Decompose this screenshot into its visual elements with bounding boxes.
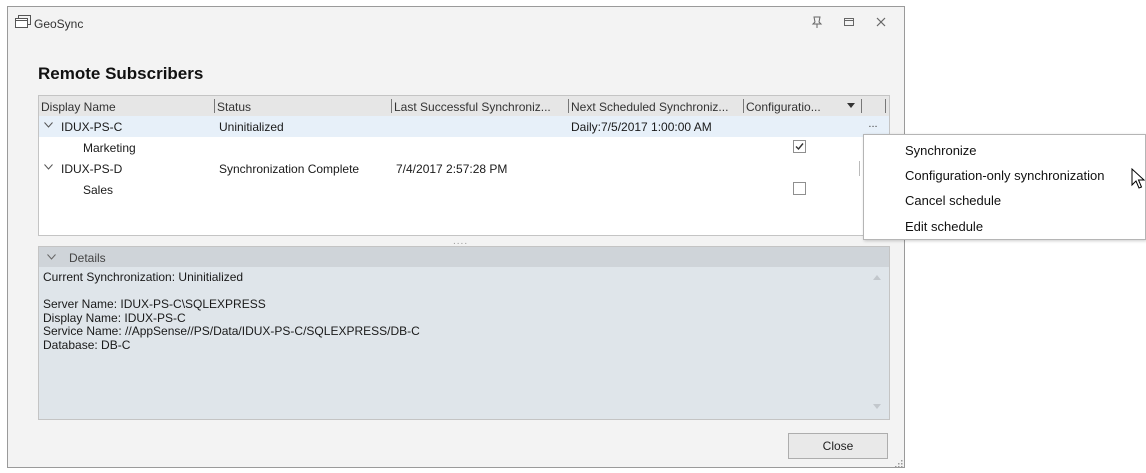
subscriber-child-name: Marketing xyxy=(83,141,136,155)
chevron-down-icon[interactable] xyxy=(44,122,53,128)
menu-item-configuration-only-synchronization[interactable]: Configuration-only synchronization xyxy=(864,162,1145,188)
chevron-down-icon[interactable] xyxy=(44,164,53,170)
configuration-checkbox[interactable] xyxy=(793,140,806,153)
column-separator[interactable] xyxy=(885,99,886,113)
column-separator[interactable] xyxy=(391,99,392,113)
column-header-display-name[interactable]: Display Name xyxy=(41,100,116,114)
column-header-configuration[interactable]: Configuratio... xyxy=(746,100,821,114)
geosync-window: GeoSync Remote Subscribers Display Name … xyxy=(7,6,905,468)
close-window-icon[interactable] xyxy=(874,15,888,29)
configuration-checkbox[interactable] xyxy=(793,182,806,195)
column-separator[interactable] xyxy=(861,99,862,113)
details-line: Server Name: IDUX-PS-C\SQLEXPRESS xyxy=(43,297,266,311)
checkmark-icon xyxy=(795,143,804,151)
app-window-icon xyxy=(15,15,31,28)
details-title: Details xyxy=(69,251,106,265)
details-line: Display Name: IDUX-PS-C xyxy=(43,310,186,325)
menu-item-edit-schedule[interactable]: Edit schedule xyxy=(864,213,1145,239)
menu-item-label: Configuration-only synchronization xyxy=(905,168,1105,183)
details-scrollbar[interactable] xyxy=(871,271,883,413)
details-header[interactable]: Details xyxy=(39,247,889,267)
column-header-next-sync[interactable]: Next Scheduled Synchroniz... xyxy=(571,100,728,114)
column-separator[interactable] xyxy=(743,99,744,113)
table-row[interactable]: IDUX-PS-D Synchronization Complete 7/4/2… xyxy=(39,158,889,179)
details-text: Current Synchronization: Uninitialized S… xyxy=(43,270,865,352)
column-header-last-sync[interactable]: Last Successful Synchroniz... xyxy=(394,100,551,114)
menu-item-label: Cancel schedule xyxy=(905,193,1002,208)
context-menu: Synchronize Configuration-only synchroni… xyxy=(863,134,1146,240)
last-sync-value: 7/4/2017 2:57:28 PM xyxy=(396,162,508,176)
subscriber-name: IDUX-PS-C xyxy=(61,120,123,134)
resize-grip-icon[interactable] xyxy=(894,459,904,469)
window-title: GeoSync xyxy=(34,17,84,31)
chevron-down-icon[interactable] xyxy=(47,254,56,260)
details-panel: Details Current Synchronization: Uniniti… xyxy=(38,246,890,420)
column-header-status[interactable]: Status xyxy=(217,100,251,114)
row-actions-button[interactable]: ... xyxy=(865,119,881,133)
page-heading: Remote Subscribers xyxy=(38,64,204,83)
mouse-cursor-icon xyxy=(1131,168,1145,189)
subscribers-grid: Display Name Status Last Successful Sync… xyxy=(38,95,890,236)
grid-header: Display Name Status Last Successful Sync… xyxy=(39,96,889,117)
subscriber-status: Synchronization Complete xyxy=(219,162,360,176)
title-bar[interactable]: GeoSync xyxy=(8,7,904,39)
details-line: Service Name: //AppSense//PS/Data/IDUX-P… xyxy=(43,324,420,338)
column-separator[interactable] xyxy=(568,99,569,113)
column-dropdown-icon[interactable] xyxy=(847,103,855,109)
table-row[interactable]: Marketing xyxy=(39,137,889,158)
close-button[interactable]: Close xyxy=(788,433,888,459)
details-line: Database: DB-C xyxy=(43,337,131,352)
pin-icon[interactable] xyxy=(810,15,824,29)
menu-item-label: Synchronize xyxy=(905,143,977,158)
subscriber-name: IDUX-PS-D xyxy=(61,162,123,176)
menu-item-cancel-schedule[interactable]: Cancel schedule xyxy=(864,187,1145,213)
table-row[interactable]: Sales xyxy=(39,179,889,200)
subscriber-child-name: Sales xyxy=(83,183,114,197)
scroll-up-icon[interactable] xyxy=(873,275,881,280)
maximize-icon[interactable] xyxy=(842,15,856,29)
details-line xyxy=(43,285,865,299)
subscriber-status: Uninitialized xyxy=(219,120,284,134)
next-sync-value: Daily:7/5/2017 1:00:00 AM xyxy=(571,120,712,134)
table-row[interactable]: IDUX-PS-C Uninitialized Daily:7/5/2017 1… xyxy=(39,116,889,137)
details-line: Current Synchronization: Uninitialized xyxy=(43,270,244,284)
scroll-down-icon[interactable] xyxy=(873,404,881,409)
menu-item-label: Edit schedule xyxy=(905,219,984,234)
column-separator[interactable] xyxy=(214,99,215,113)
menu-item-synchronize[interactable]: Synchronize xyxy=(864,137,1145,163)
